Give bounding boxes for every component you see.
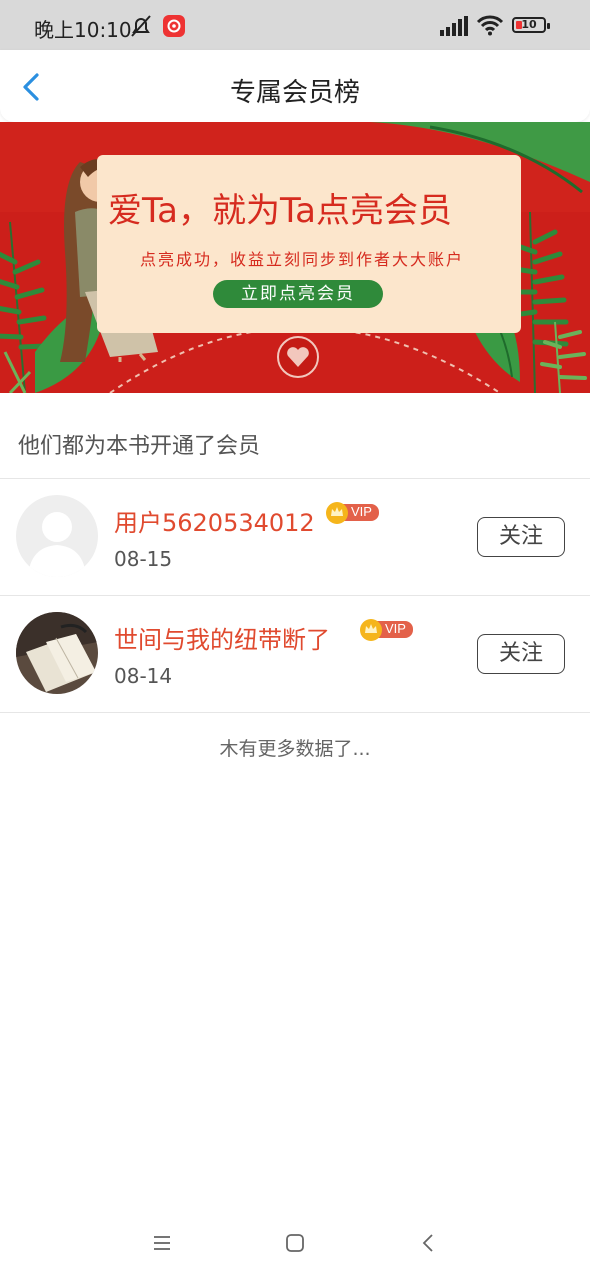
battery-level: 10 [521,18,537,31]
vip-badge-text: VIP [351,504,372,519]
page-title: 专属会员榜 [229,78,360,108]
netease-music-icon [163,15,185,37]
follow-button[interactable]: 关注 [477,634,565,674]
banner-title: 爱Ta，就为Ta点亮会员 [108,191,452,231]
member-name[interactable]: 用户5620534012 [114,503,315,538]
avatar[interactable] [16,495,98,577]
member-date: 08-15 [114,547,173,571]
mute-icon [131,15,151,37]
vip-banner[interactable]: 爱Ta，就为Ta点亮会员 点亮成功，收益立刻同步到作者大大账户 立即点亮会员 [0,122,590,393]
section-title: 他们都为本书开通了会员 [18,434,261,459]
member-row[interactable]: 世间与我的纽带断了 VIP 08-14 关注 [0,596,590,712]
light-up-vip-button[interactable]: 立即点亮会员 [213,280,383,308]
member-date: 08-14 [114,664,173,688]
home-icon[interactable] [285,1233,305,1253]
menu-icon[interactable] [152,1235,172,1251]
no-more-data-text: 木有更多数据了... [219,738,371,760]
member-row[interactable]: 用户5620534012 VIP 08-15 关注 [0,479,590,595]
avatar[interactable] [16,612,98,694]
signal-icon [440,16,468,36]
vip-badge-text: VIP [385,621,406,636]
divider [0,712,590,713]
status-time: 晚上10:10 [34,18,132,42]
header: 专属会员榜 [0,50,590,122]
follow-button[interactable]: 关注 [477,517,565,557]
wifi-icon [476,15,504,36]
system-nav-bar [0,1220,590,1280]
member-name[interactable]: 世间与我的纽带断了 [114,620,330,655]
banner-subtitle: 点亮成功，收益立刻同步到作者大大账户 [140,250,465,269]
back-nav-icon[interactable] [420,1232,436,1254]
battery-icon: 10 [512,17,550,33]
status-bar: 晚上10:10 10 [0,0,590,50]
